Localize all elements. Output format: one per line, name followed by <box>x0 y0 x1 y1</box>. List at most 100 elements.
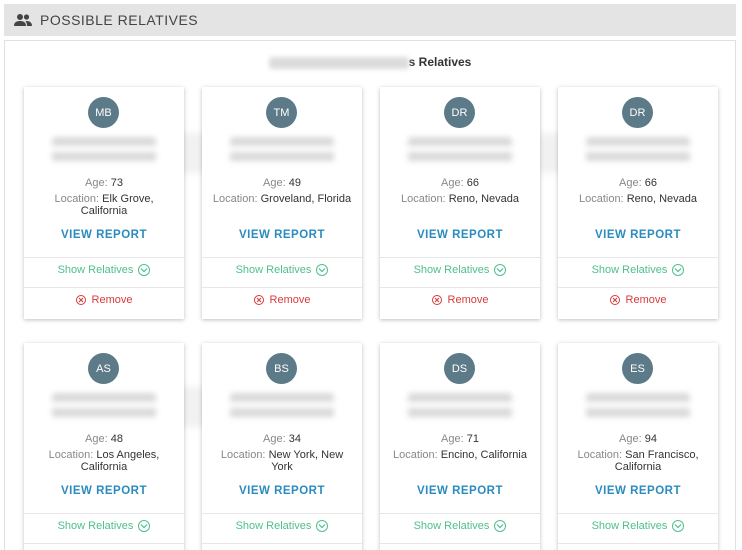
age-label: Age: <box>263 177 286 189</box>
show-relatives-button[interactable]: Show Relatives <box>558 264 718 276</box>
remove-button[interactable]: Remove <box>24 294 184 306</box>
view-report-link[interactable]: VIEW REPORT <box>558 229 718 241</box>
relative-card: AS Age: 48 Location: Los Angeles, Califor… <box>24 343 184 550</box>
location-line: Location: Encino, California <box>388 449 532 461</box>
relatives-panel: s Relatives MB Age: 73 Location: Elk Gro… <box>4 40 736 550</box>
avatar: AS <box>88 353 119 384</box>
location-line: Location: San Francisco, California <box>566 449 710 473</box>
divider <box>558 543 718 544</box>
location-label: Location: <box>212 193 258 205</box>
remove-circle-icon <box>431 295 442 305</box>
remove-label: Remove <box>269 294 311 306</box>
chevron-down-icon <box>138 520 151 532</box>
section-title: POSSIBLE RELATIVES <box>40 12 199 28</box>
relative-card: DR Age: 66 Location: Reno, Nevada VIEW R… <box>380 87 540 319</box>
location-value: Los Angeles, <box>96 449 160 461</box>
view-report-link[interactable]: VIEW REPORT <box>380 485 540 497</box>
location-label: Location: <box>48 449 94 461</box>
view-report-link[interactable]: VIEW REPORT <box>24 485 184 497</box>
chevron-down-icon <box>494 264 507 276</box>
divider <box>558 257 718 258</box>
location-label: Location: <box>393 449 438 461</box>
remove-label: Remove <box>625 294 667 306</box>
age-line: Age: 73 <box>24 177 184 189</box>
remove-button[interactable]: Remove <box>380 294 540 306</box>
view-report-link[interactable]: VIEW REPORT <box>202 485 362 497</box>
age-label: Age: <box>441 433 464 445</box>
redacted-relative-name <box>586 137 690 165</box>
show-relatives-button[interactable]: Show Relatives <box>380 264 540 276</box>
remove-button[interactable]: Remove <box>558 294 718 306</box>
show-relatives-button[interactable]: Show Relatives <box>202 264 362 276</box>
divider <box>380 543 540 544</box>
redacted-relative-name <box>230 393 334 421</box>
chevron-down-icon <box>138 264 151 276</box>
relative-card: DS Age: 71 Location: Encino, California … <box>380 343 540 550</box>
show-relatives-label: Show Relatives <box>591 264 668 276</box>
age-value: 49 <box>288 177 301 189</box>
divider <box>202 513 362 514</box>
show-relatives-label: Show Relatives <box>57 520 134 532</box>
age-label: Age: <box>85 433 108 445</box>
view-report-link[interactable]: VIEW REPORT <box>380 229 540 241</box>
relative-card: BS Age: 34 Location: New York, New York V… <box>202 343 362 550</box>
divider <box>202 257 362 258</box>
divider <box>380 257 540 258</box>
avatar: DR <box>622 97 653 128</box>
location-value: Encino, California <box>440 449 527 461</box>
avatar: DS <box>444 353 475 384</box>
age-line: Age: 49 <box>202 177 362 189</box>
remove-label: Remove <box>91 294 133 306</box>
location-label: Location: <box>400 193 446 205</box>
relative-card: MB Age: 73 Location: Elk Grove, Californi… <box>24 87 184 319</box>
show-relatives-button[interactable]: Show Relatives <box>380 520 540 532</box>
redacted-person-name <box>268 56 409 69</box>
view-report-link[interactable]: VIEW REPORT <box>558 485 718 497</box>
divider <box>202 543 362 544</box>
age-line: Age: 48 <box>24 433 184 445</box>
view-report-link[interactable]: VIEW REPORT <box>202 229 362 241</box>
redacted-relative-name <box>52 137 156 165</box>
chevron-down-icon <box>316 264 329 276</box>
age-value: 66 <box>466 177 479 189</box>
divider <box>24 513 184 514</box>
age-label: Age: <box>85 177 108 189</box>
show-relatives-label: Show Relatives <box>591 520 668 532</box>
location-value: Elk Grove, <box>102 193 154 205</box>
remove-button[interactable]: Remove <box>202 294 362 306</box>
location-value-line2: California <box>614 461 662 473</box>
chevron-down-icon <box>316 520 329 532</box>
location-label: Location: <box>578 193 624 205</box>
show-relatives-label: Show Relatives <box>413 520 490 532</box>
redacted-relative-name <box>52 393 156 421</box>
age-label: Age: <box>619 433 642 445</box>
show-relatives-button[interactable]: Show Relatives <box>558 520 718 532</box>
show-relatives-button[interactable]: Show Relatives <box>202 520 362 532</box>
show-relatives-button[interactable]: Show Relatives <box>24 520 184 532</box>
location-label: Location: <box>220 449 266 461</box>
show-relatives-label: Show Relatives <box>235 520 312 532</box>
chevron-down-icon <box>672 520 685 532</box>
location-line: Location: Groveland, Florida <box>210 193 354 205</box>
age-line: Age: 71 <box>380 433 540 445</box>
relative-card: ES Age: 94 Location: San Francisco, Calif… <box>558 343 718 550</box>
remove-circle-icon <box>75 295 86 305</box>
location-value-line2: California <box>80 461 128 473</box>
divider <box>24 543 184 544</box>
age-value: 34 <box>288 433 301 445</box>
age-value: 73 <box>110 177 123 189</box>
show-relatives-label: Show Relatives <box>413 264 490 276</box>
age-label: Age: <box>263 433 286 445</box>
redacted-relative-name <box>230 137 334 165</box>
location-value: Groveland, Florida <box>260 193 352 205</box>
relatives-heading: s Relatives <box>5 55 735 69</box>
location-line: Location: Elk Grove, California <box>32 193 176 217</box>
show-relatives-button[interactable]: Show Relatives <box>24 264 184 276</box>
divider <box>558 287 718 288</box>
divider <box>380 287 540 288</box>
possible-relatives-header: POSSIBLE RELATIVES <box>4 4 736 36</box>
view-report-link[interactable]: VIEW REPORT <box>24 229 184 241</box>
location-value-line2: York <box>271 461 293 473</box>
redacted-relative-name <box>586 393 690 421</box>
age-line: Age: 94 <box>558 433 718 445</box>
